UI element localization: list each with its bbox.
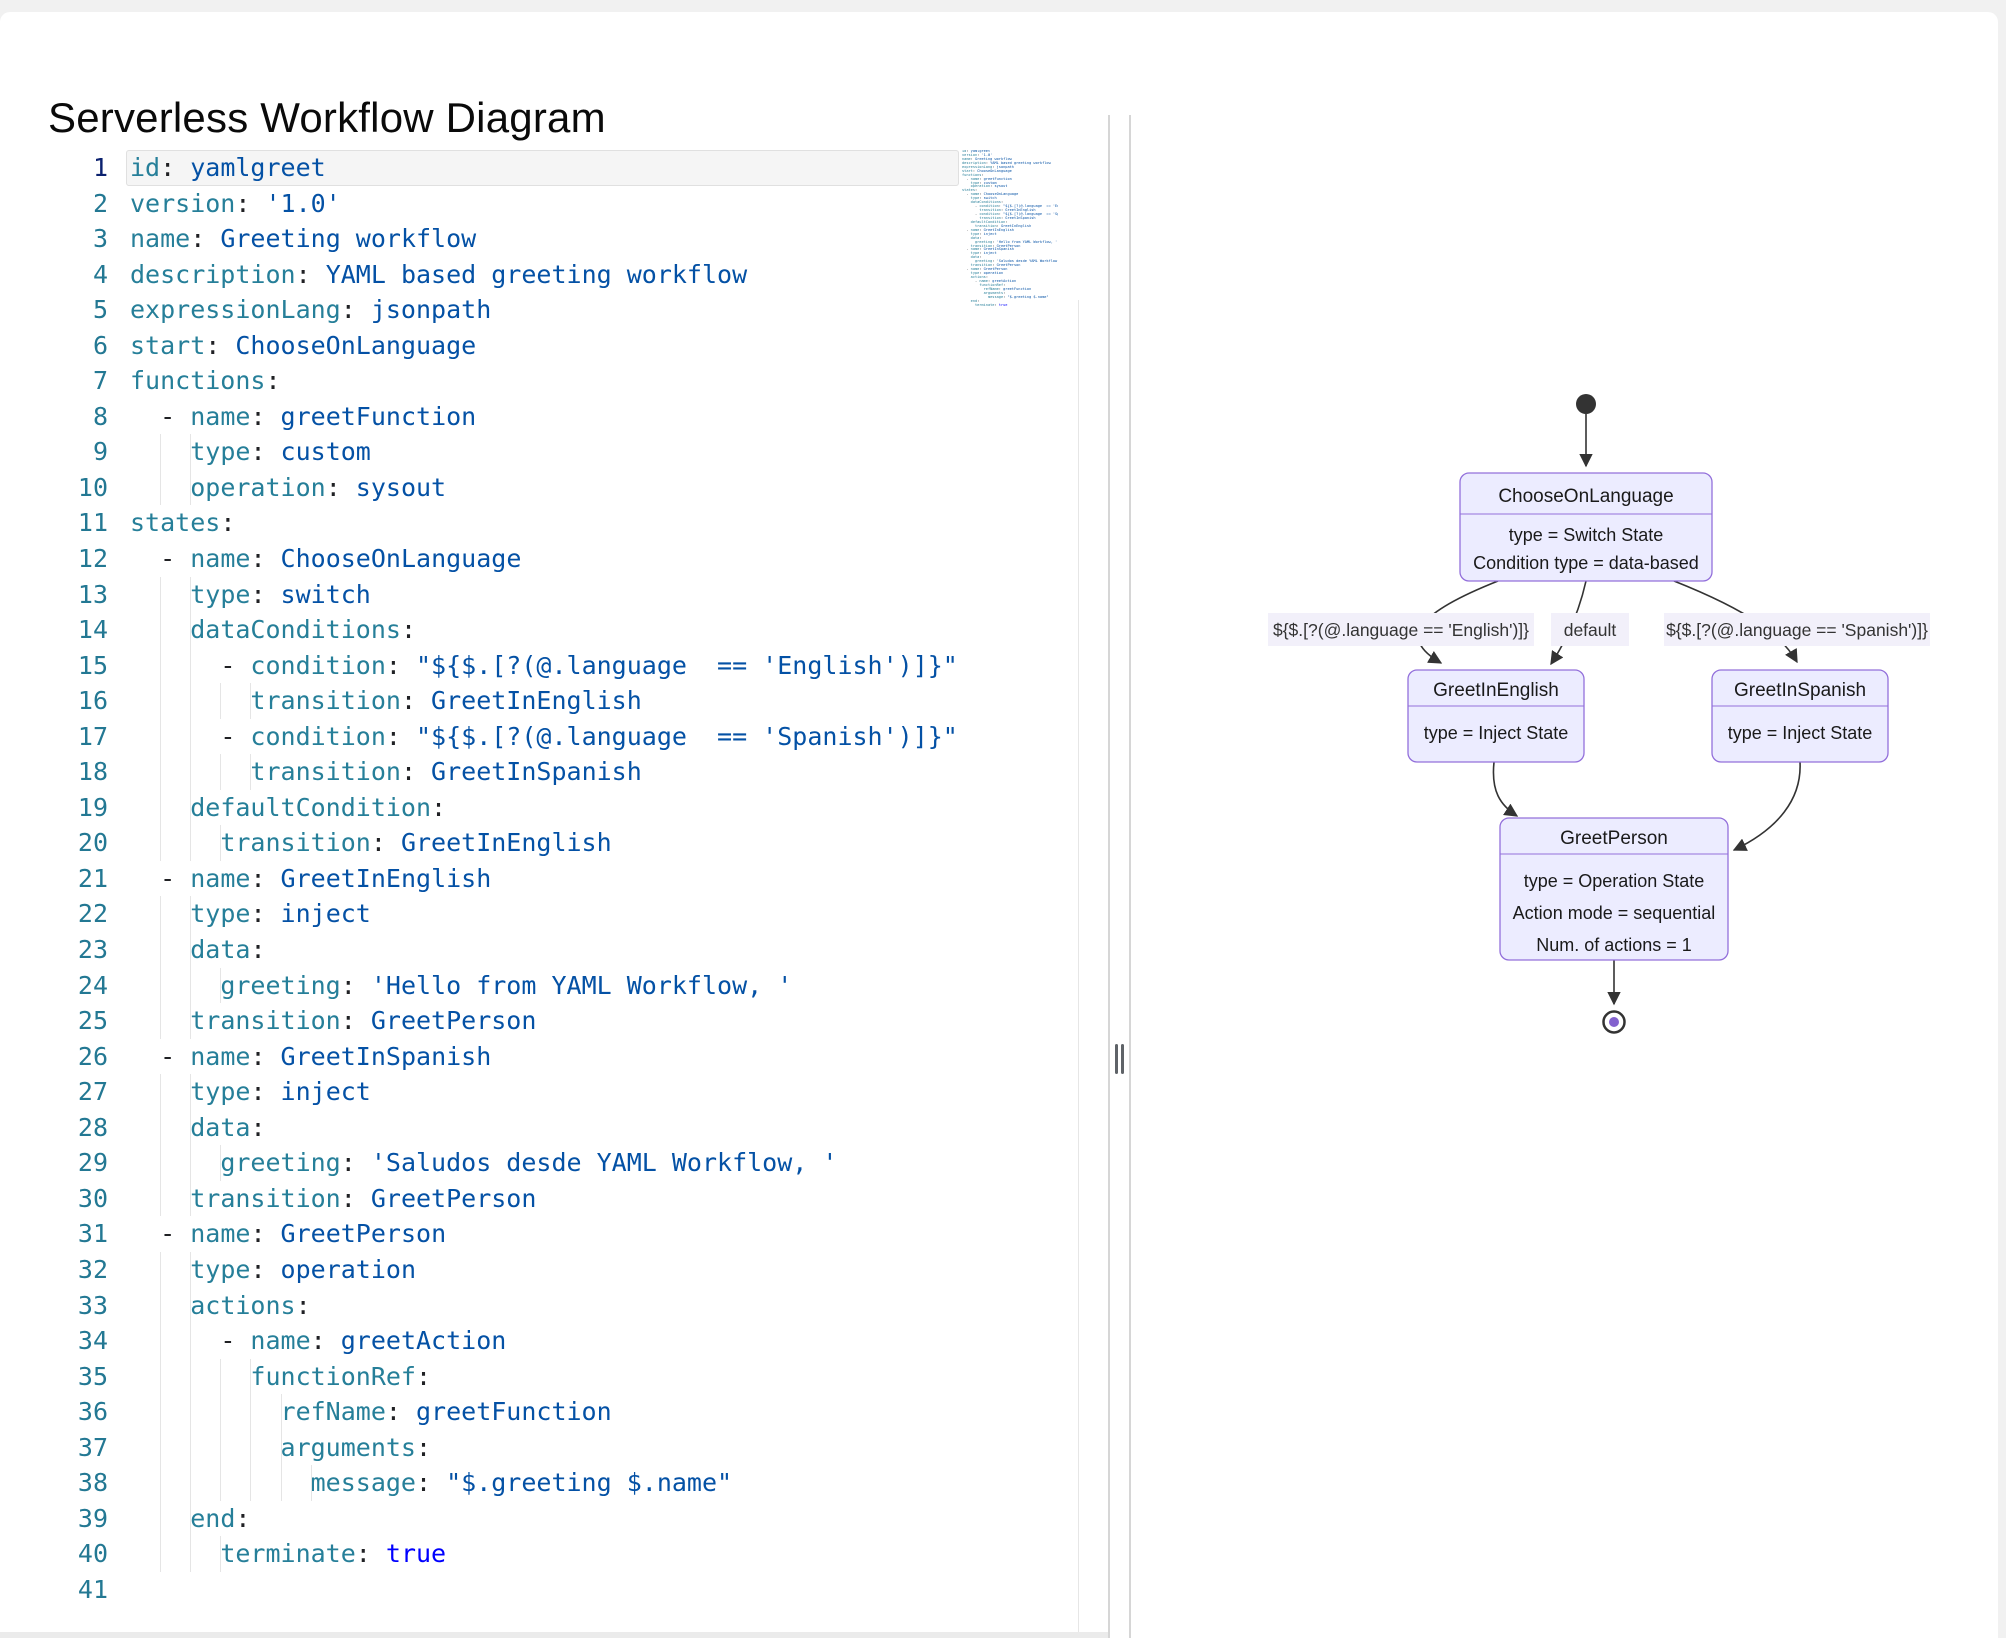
resizer-grip-icon bbox=[1114, 1044, 1125, 1074]
line-number: 33 bbox=[77, 1290, 108, 1320]
code-line[interactable]: dataConditions: bbox=[126, 612, 959, 648]
line-number: 9 bbox=[92, 437, 108, 467]
line-number: 32 bbox=[77, 1254, 108, 1284]
code-line[interactable]: - name: GreetInSpanish bbox=[126, 1039, 959, 1075]
line-number: 21 bbox=[77, 863, 108, 893]
code-line[interactable]: type: operation bbox=[126, 1251, 959, 1288]
code-line[interactable]: type: custom bbox=[126, 434, 959, 470]
line-number: 22 bbox=[77, 899, 108, 929]
code-line[interactable]: refName: greetFunction bbox=[126, 1394, 959, 1430]
code-viewport[interactable]: id: yamlgreet version: '1.0' name: Greetin… bbox=[126, 150, 959, 1607]
code-line[interactable]: arguments: bbox=[126, 1429, 959, 1466]
yaml-code-editor[interactable]: 1 2 3 4 5 6 7 8 9 10 11 12 13 14 15 16 17 18 19 20 21 22 23 24 2… bbox=[0, 150, 1108, 1638]
code-line[interactable]: message: "$.greeting $.name" bbox=[126, 1465, 959, 1501]
line-number: 17 bbox=[77, 721, 108, 751]
line-number: 19 bbox=[77, 792, 108, 822]
line-number: 3 bbox=[92, 224, 108, 254]
line-number: 7 bbox=[92, 366, 108, 396]
code-line[interactable]: name: Greeting workflow bbox=[126, 221, 959, 257]
line-number: 8 bbox=[92, 401, 108, 431]
minimap[interactable]: id: yamlgreet version: '1.0' name: Greetin… bbox=[962, 150, 1058, 450]
line-number: 1 bbox=[92, 153, 108, 182]
code-line[interactable]: functions: bbox=[126, 363, 959, 399]
code-line[interactable]: transition: GreetInEnglish bbox=[126, 683, 959, 719]
code-line[interactable]: functionRef: bbox=[126, 1358, 959, 1395]
code-line[interactable]: operation: sysout bbox=[126, 469, 959, 506]
line-number: 18 bbox=[77, 757, 108, 787]
minimap-line bbox=[962, 308, 1058, 312]
line-number: 35 bbox=[77, 1361, 108, 1391]
line-number: 5 bbox=[92, 295, 108, 325]
code-line[interactable]: - condition: "${$.[?(@.language == 'Span… bbox=[126, 718, 959, 755]
code-line[interactable]: - name: greetFunction bbox=[126, 399, 959, 435]
line-number: 14 bbox=[77, 615, 108, 645]
code-line[interactable]: - name: GreetInEnglish bbox=[126, 861, 959, 897]
line-number: 39 bbox=[77, 1503, 108, 1533]
code-line[interactable]: type: inject bbox=[126, 1074, 959, 1110]
line-number: 37 bbox=[77, 1432, 108, 1462]
editor-right-border bbox=[1078, 300, 1079, 1632]
code-line[interactable] bbox=[126, 1572, 959, 1608]
line-number: 12 bbox=[77, 544, 108, 574]
code-line[interactable]: start: ChooseOnLanguage bbox=[126, 328, 959, 364]
code-line[interactable]: id: yamlgreet bbox=[126, 150, 959, 186]
code-line[interactable]: transition: GreetPerson bbox=[126, 1003, 959, 1039]
code-line[interactable]: transition: GreetPerson bbox=[126, 1180, 959, 1217]
line-number: 16 bbox=[77, 686, 108, 716]
line-number: 36 bbox=[77, 1397, 108, 1427]
code-line[interactable]: data: bbox=[126, 1109, 959, 1146]
line-number: 11 bbox=[77, 508, 108, 538]
code-line[interactable]: greeting: 'Hello from YAML Workflow, ' bbox=[126, 967, 959, 1004]
line-number: 28 bbox=[77, 1112, 108, 1142]
code-line[interactable]: transition: GreetInEnglish bbox=[126, 825, 959, 861]
code-line[interactable]: type: inject bbox=[126, 896, 959, 933]
code-line[interactable]: type: switch bbox=[126, 576, 959, 613]
line-number: 6 bbox=[92, 330, 108, 360]
code-line[interactable]: expressionLang: jsonpath bbox=[126, 292, 959, 328]
horizontal-scrollbar[interactable] bbox=[0, 1632, 1108, 1638]
line-number: 20 bbox=[77, 828, 108, 858]
code-line[interactable]: greeting: 'Saludos desde YAML Workflow, … bbox=[126, 1145, 959, 1181]
line-number: 2 bbox=[92, 188, 108, 218]
pane-resizer[interactable] bbox=[1108, 115, 1131, 1638]
code-line[interactable]: - condition: "${$.[?(@.language == 'Engl… bbox=[126, 647, 959, 684]
line-number: 41 bbox=[77, 1574, 108, 1604]
line-number: 23 bbox=[77, 935, 108, 965]
code-line[interactable]: description: YAML based greeting workflo… bbox=[126, 257, 959, 293]
line-number: 38 bbox=[77, 1468, 108, 1498]
page-title: Serverless Workflow Diagram bbox=[48, 94, 606, 142]
line-numbers: 1 2 3 4 5 6 7 8 9 10 11 12 13 14 15 16 17 18 19 20 21 22 23 24 2… bbox=[60, 150, 108, 1607]
line-number: 10 bbox=[77, 472, 108, 502]
code-line[interactable]: defaultCondition: bbox=[126, 789, 959, 826]
code-line[interactable]: - name: ChooseOnLanguage bbox=[126, 541, 959, 577]
line-number: 24 bbox=[77, 970, 108, 1000]
line-number: 25 bbox=[77, 1006, 108, 1036]
line-number: 15 bbox=[77, 650, 108, 680]
line-number: 30 bbox=[77, 1183, 108, 1213]
line-number: 4 bbox=[92, 259, 108, 289]
code-line[interactable]: data: bbox=[126, 932, 959, 968]
line-number: 26 bbox=[77, 1041, 108, 1071]
line-number: 27 bbox=[77, 1077, 108, 1107]
line-number: 31 bbox=[77, 1219, 108, 1249]
line-number: 40 bbox=[77, 1539, 108, 1569]
code-line[interactable]: end: bbox=[126, 1500, 959, 1537]
code-line[interactable]: - name: greetAction bbox=[126, 1323, 959, 1359]
line-number: 13 bbox=[77, 579, 108, 609]
code-line[interactable]: transition: GreetInSpanish bbox=[126, 754, 959, 790]
code-line[interactable]: - name: GreetPerson bbox=[126, 1216, 959, 1252]
code-line[interactable]: version: '1.0' bbox=[126, 186, 959, 222]
line-number: 29 bbox=[77, 1148, 108, 1178]
code-line[interactable]: actions: bbox=[126, 1287, 959, 1324]
line-number: 34 bbox=[77, 1326, 108, 1356]
code-line[interactable]: states: bbox=[126, 505, 959, 541]
code-line[interactable]: terminate: true bbox=[126, 1536, 959, 1572]
